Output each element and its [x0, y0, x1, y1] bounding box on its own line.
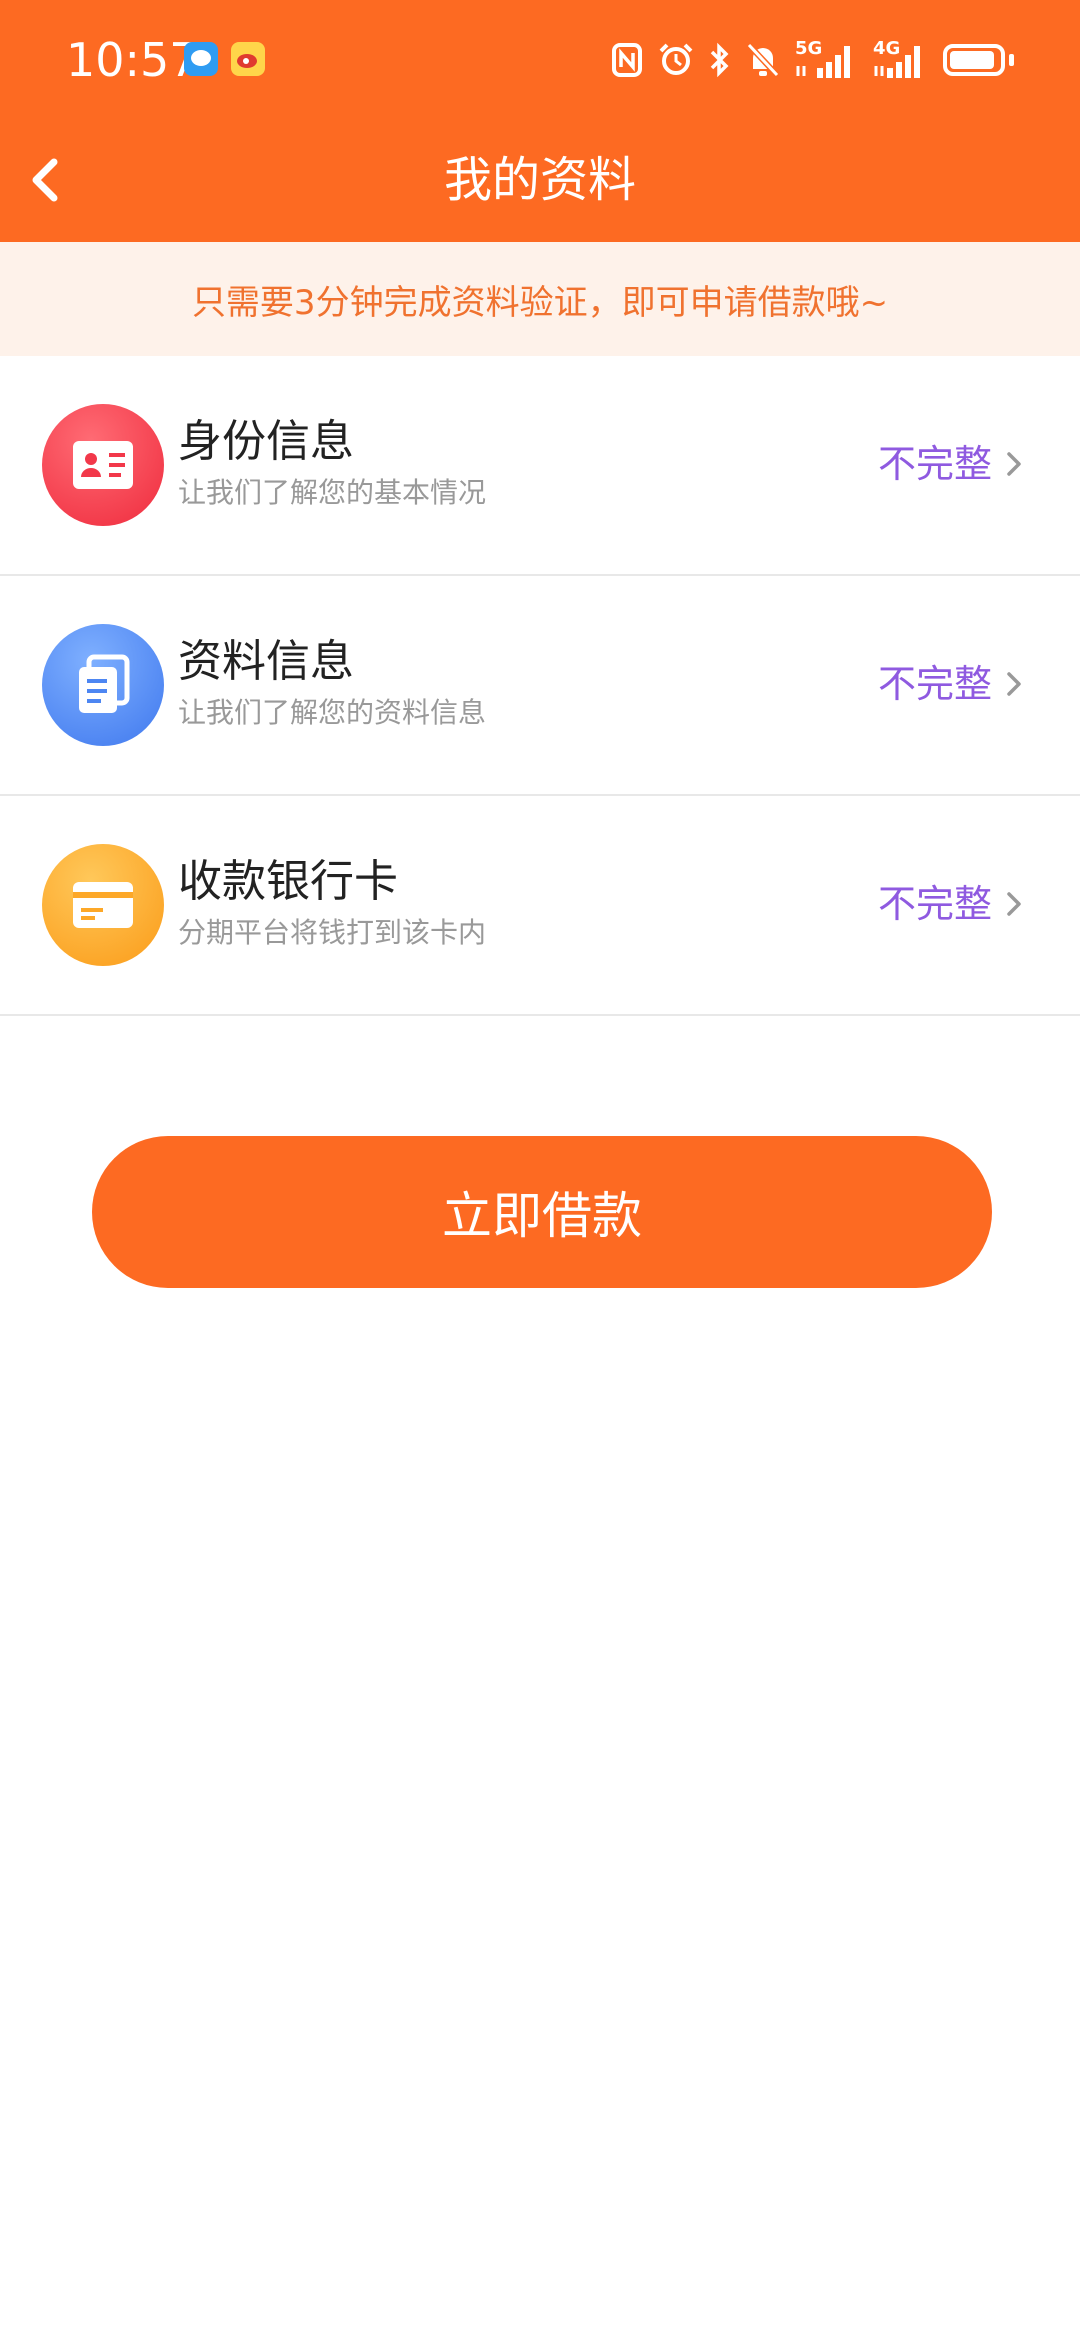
- item-title: 身份信息: [178, 416, 354, 467]
- mute-icon: [746, 42, 780, 78]
- title-bar: 我的资料: [0, 120, 1080, 242]
- item-subtitle: 让我们了解您的基本情况: [178, 476, 487, 509]
- battery-icon: [943, 44, 1005, 76]
- nfc-icon: [612, 43, 642, 77]
- bank-card-icon: [42, 844, 164, 966]
- notice-banner: 只需要3分钟完成资料验证，即可申请借款哦~: [0, 242, 1080, 356]
- page-title: 我的资料: [443, 152, 636, 208]
- info-list: 身份信息 让我们了解您的基本情况 不完整 资料信息 让我们了解您的资料信息 不完…: [0, 356, 1080, 1016]
- alarm-icon: [659, 43, 693, 75]
- notice-text: 只需要3分钟完成资料验证，即可申请借款哦~: [191, 282, 889, 323]
- list-item-bank-card[interactable]: 收款银行卡 分期平台将钱打到该卡内 不完整: [0, 796, 1080, 1016]
- status-time: 10:57: [66, 33, 199, 87]
- id-card-icon: [42, 404, 164, 526]
- item-title: 收款银行卡: [178, 856, 398, 907]
- 5g-signal-icon: 5G: [795, 38, 859, 80]
- chevron-right-icon: [1007, 452, 1021, 476]
- header: 10:57 5G 4G 我的资料: [0, 0, 1080, 242]
- document-icon: [42, 624, 164, 746]
- weibo-icon: [231, 42, 265, 76]
- bluetooth-icon: [710, 42, 729, 78]
- message-icon: [184, 42, 218, 76]
- item-title: 资料信息: [178, 636, 354, 687]
- list-item-identity[interactable]: 身份信息 让我们了解您的基本情况 不完整: [0, 356, 1080, 576]
- 4g-signal-icon: 4G: [873, 38, 929, 80]
- chevron-right-icon: [1007, 892, 1021, 916]
- borrow-now-button[interactable]: 立即借款: [92, 1136, 992, 1288]
- status-bar: 10:57 5G 4G: [0, 0, 1080, 120]
- item-subtitle: 分期平台将钱打到该卡内: [178, 916, 487, 949]
- status-label: 不完整: [877, 882, 992, 926]
- chevron-right-icon: [1007, 672, 1021, 696]
- status-label: 不完整: [877, 442, 992, 486]
- system-icons: 5G 4G: [611, 38, 1014, 82]
- status-label: 不完整: [877, 662, 992, 706]
- item-subtitle: 让我们了解您的资料信息: [178, 696, 487, 729]
- list-item-profile[interactable]: 资料信息 让我们了解您的资料信息 不完整: [0, 576, 1080, 796]
